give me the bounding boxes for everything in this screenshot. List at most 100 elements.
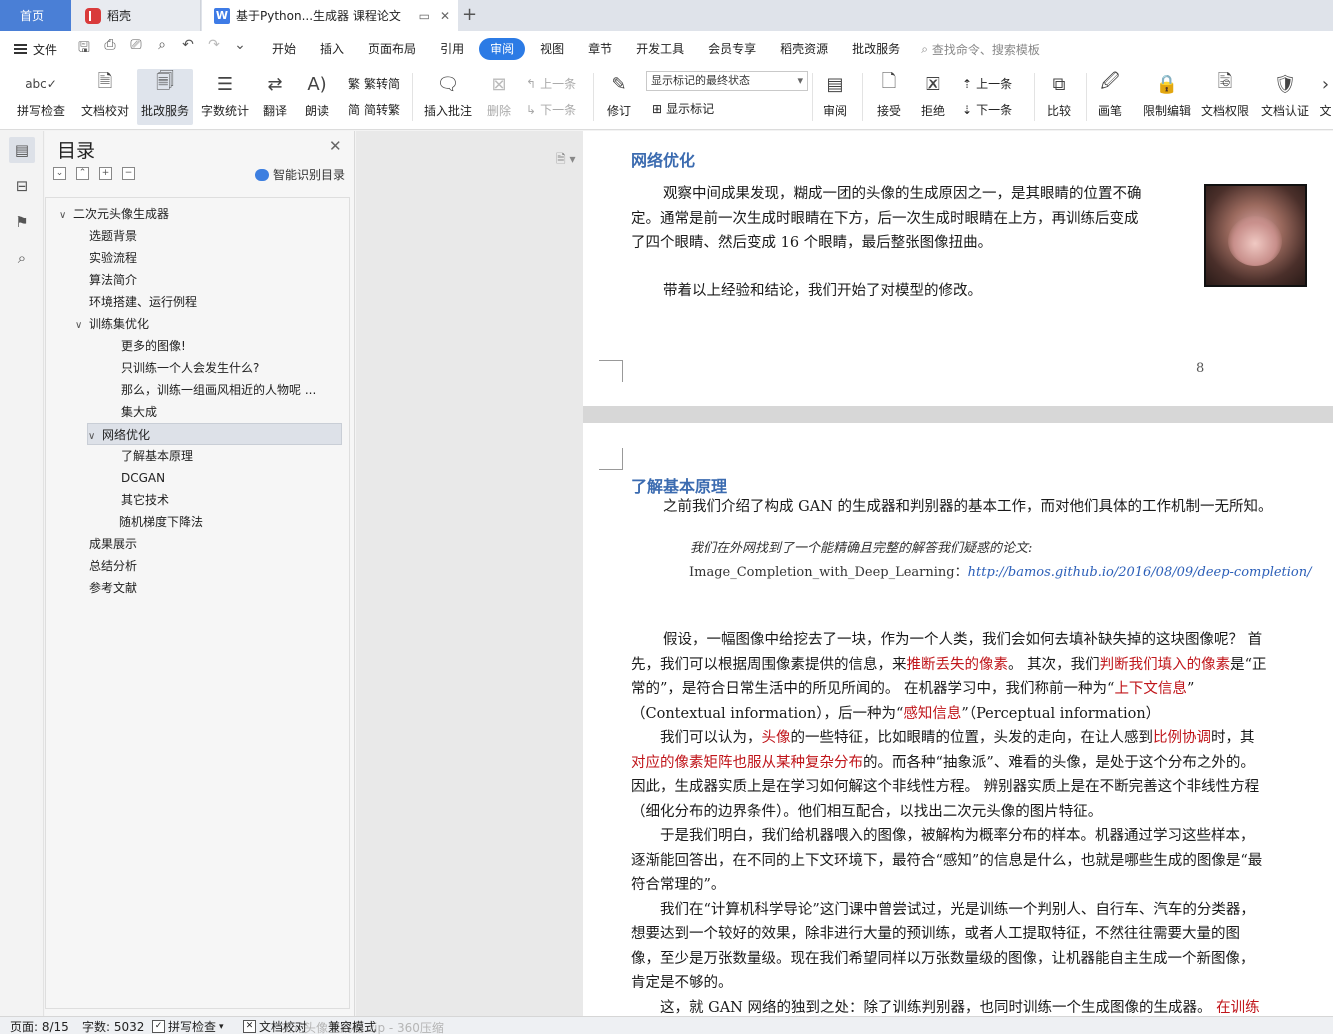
doc-certification-button[interactable]: 🛡 文档认证 [1258, 69, 1312, 125]
doc-certification-icon: 🛡 [1273, 73, 1297, 95]
toc-item[interactable]: 算法简介 [45, 269, 345, 291]
toc-item[interactable]: ∨ 网络优化 [87, 423, 342, 445]
accept-button[interactable]: 🗋 接受 [870, 69, 908, 125]
menu-tab-daoke-resources[interactable]: 稻壳资源 [771, 38, 837, 60]
search-icon[interactable]: ⌕ [9, 245, 35, 271]
print-preview-icon[interactable]: ⌕ [153, 37, 171, 61]
toc-item[interactable]: 选题背景 [45, 225, 345, 247]
compare-button[interactable]: ⧉ 比较 [1040, 69, 1078, 125]
status-doc-proof[interactable]: ✕ 文档校对 [243, 1018, 307, 1034]
doc-proof-button[interactable]: 🗎 文档校对 [78, 69, 132, 125]
menu-tab-correction[interactable]: 批改服务 [843, 38, 909, 60]
close-icon[interactable]: ✕ [329, 137, 342, 155]
page-options-icon[interactable]: 🗎 ▾ [556, 150, 576, 171]
chapter-nav-icon[interactable]: ⊟ [9, 173, 35, 199]
collapse-all-icon[interactable]: ⌄ [53, 167, 66, 180]
spell-check-button[interactable]: abc✓ 拼写检查 [10, 69, 72, 125]
delete-comment-button[interactable]: ⊠ 删除 [480, 69, 518, 125]
trad-to-simp-button[interactable]: 繁 繁转简 [348, 75, 400, 92]
menu-tab-layout[interactable]: 页面布局 [359, 38, 425, 60]
ribbon-separator [862, 73, 863, 121]
review-pane-label: 审阅 [822, 104, 847, 118]
redo-icon[interactable]: ↷ [205, 37, 223, 61]
insert-comment-button[interactable]: 🗨 插入批注 [422, 69, 474, 125]
toc-item[interactable]: 总结分析 [45, 555, 345, 577]
menu-tab-insert[interactable]: 插入 [311, 38, 353, 60]
command-search[interactable]: ⌕ 查找命令、搜索模板 [921, 41, 1040, 58]
tab-home[interactable]: 首页 [0, 0, 71, 31]
add-heading-icon[interactable]: + [99, 167, 112, 180]
review-pane-button[interactable]: ▤ 审阅 [816, 69, 854, 125]
new-tab-button[interactable]: + [462, 4, 477, 25]
word-count-indicator[interactable]: 字数: 5032 [82, 1018, 144, 1034]
toc-item[interactable]: 了解基本原理 [45, 445, 345, 467]
menu-tab-section[interactable]: 章节 [579, 38, 621, 60]
toc-item[interactable]: 其它技术 [45, 489, 345, 511]
word-count-button[interactable]: ☰ 字数统计 [198, 69, 252, 125]
prev-comment-button[interactable]: ↰ 上一条 [526, 75, 576, 92]
print-icon[interactable]: ⎚ [127, 37, 145, 61]
export-pdf-icon[interactable]: ⎙ [101, 37, 119, 61]
chevron-down-icon[interactable]: ∨ [88, 426, 102, 444]
reject-button[interactable]: 🗷 拒绝 [914, 69, 952, 125]
save-icon[interactable]: 🖫 [75, 37, 93, 61]
tab-document[interactable]: W 基于Python...生成器 课程论文 ▭ ✕ [202, 0, 458, 31]
track-changes-button[interactable]: ✎ 修订 [600, 69, 638, 125]
toc-nav-icon[interactable]: ▤ [9, 137, 35, 163]
chevron-down-icon[interactable]: ∨ [59, 205, 73, 225]
show-markup-button[interactable]: ⊞ 显示标记 [652, 100, 714, 117]
window-restore-icon[interactable]: ▭ [419, 9, 430, 23]
restrict-editing-button[interactable]: 🔒 限制编辑 [1140, 69, 1194, 125]
bookmark-icon[interactable]: ⚑ [9, 209, 35, 235]
ribbon-overflow-button[interactable]: › 文 [1318, 69, 1333, 125]
menu-tab-member[interactable]: 会员专享 [699, 38, 765, 60]
menu-tab-start[interactable]: 开始 [263, 38, 305, 60]
read-aloud-button[interactable]: A) 朗读 [300, 69, 334, 125]
accept-label: 接受 [876, 104, 901, 118]
remove-heading-icon[interactable]: − [122, 167, 135, 180]
pen-button[interactable]: 🖉 画笔 [1094, 69, 1126, 125]
menu-tab-references[interactable]: 引用 [431, 38, 473, 60]
toc-item[interactable]: 成果展示 [45, 533, 345, 555]
menu-tab-view[interactable]: 视图 [531, 38, 573, 60]
next-change-button[interactable]: ⇣ 下一条 [962, 101, 1012, 118]
highlighted-text: 在训练 [1216, 999, 1260, 1016]
toc-item[interactable]: 环境搭建、运行例程 [45, 291, 345, 313]
toc-item[interactable]: DCGAN [45, 467, 345, 489]
next-comment-button[interactable]: ↳ 下一条 [526, 101, 576, 118]
chevron-down-icon[interactable]: ∨ [75, 315, 89, 335]
hamburger-icon [14, 44, 27, 54]
more-quick-actions-icon[interactable]: ⌄ [231, 37, 249, 61]
lock-doc-icon: 🔒 [1155, 73, 1179, 95]
toc-item-label: 环境搭建、运行例程 [89, 295, 198, 309]
translate-button[interactable]: ⇄ 翻译 [256, 69, 294, 125]
smart-toc-button[interactable]: 智能识别目录 [255, 166, 345, 183]
tab-daoke[interactable]: 稻壳 [71, 0, 201, 31]
simp-to-trad-button[interactable]: 简 简转繁 [348, 101, 400, 118]
doc-permission-button[interactable]: 🗟 文档权限 [1198, 69, 1252, 125]
toc-item[interactable]: 实验流程 [45, 247, 345, 269]
accept-icon: 🗋 [881, 71, 897, 92]
review-service-button[interactable]: 🗐 批改服务 [137, 69, 193, 125]
prev-change-button[interactable]: ⇡ 上一条 [962, 75, 1012, 92]
expand-level-icon[interactable]: ⌃ [76, 167, 89, 180]
toc-item[interactable]: 那么，训练一组画风相近的人物呢 ... [45, 379, 345, 401]
toc-item[interactable]: 更多的图像! [45, 335, 345, 357]
toc-item[interactable]: 参考文献 [45, 577, 345, 599]
menu-tab-developer[interactable]: 开发工具 [627, 38, 693, 60]
status-spell-check[interactable]: ✓ 拼写检查 ▾ [152, 1018, 224, 1034]
citation-link[interactable]: http://bamos.github.io/2016/08/09/deep-c… [968, 565, 1312, 580]
page-indicator[interactable]: 页面: 8/15 [10, 1018, 69, 1034]
toc-item[interactable]: 集大成 [45, 401, 345, 423]
file-menu[interactable]: 文件 [14, 41, 57, 58]
markup-state-select[interactable]: 显示标记的最终状态 [646, 71, 808, 91]
toc-item[interactable]: 只训练一个人会发生什么? [45, 357, 345, 379]
toc-item[interactable]: 随机梯度下降法 [45, 511, 345, 533]
undo-icon[interactable]: ↶ [179, 37, 197, 61]
toc-item[interactable]: ∨ 二次元头像生成器 [45, 203, 345, 225]
text-run: 因此，生成器实质上是在学习如何解这个非线性方程。 辨别器实质上是在不断完善这个非… [631, 779, 1260, 795]
paragraph-line: 像，至少是万张数量级。现在我们希望同样以万张数量级的图像，让机器能自主生成一个新… [631, 947, 1326, 972]
toc-item[interactable]: ∨ 训练集优化 [45, 313, 345, 335]
menu-tab-review[interactable]: 审阅 [479, 38, 526, 60]
close-tab-icon[interactable]: ✕ [440, 9, 450, 23]
